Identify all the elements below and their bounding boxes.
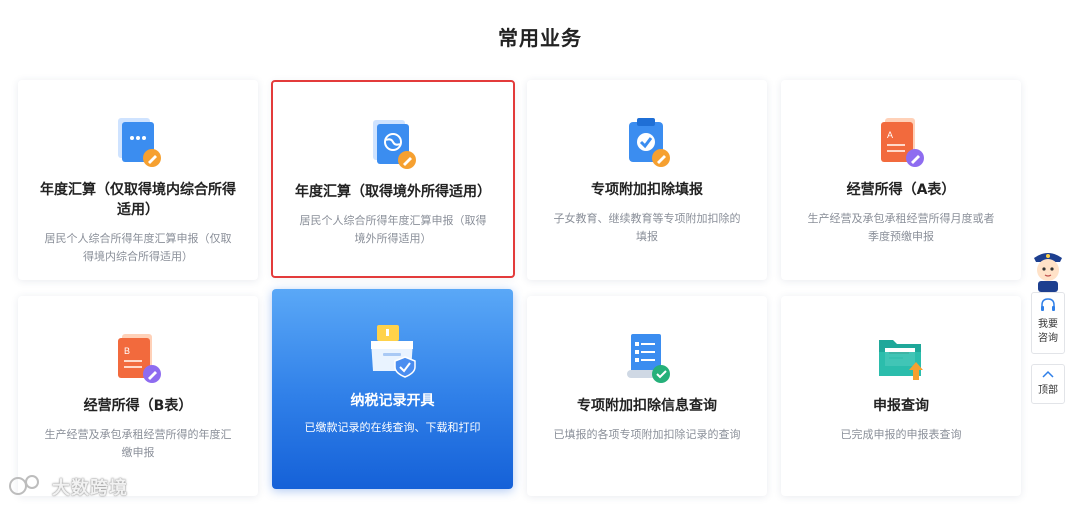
section-title: 常用业务 — [498, 26, 582, 50]
svg-text:B: B — [124, 346, 130, 356]
card-description: 已完成申报的申报表查询 — [840, 428, 962, 441]
watermark-logo-icon — [9, 475, 39, 495]
card-description: 已填报的各项专项附加扣除记录的查询 — [553, 428, 741, 441]
card-tax-record[interactable]: 纳税记录开具 已缴款记录的在线查询、下载和打印 — [272, 289, 513, 489]
card-title: 经营所得（B表） — [83, 398, 193, 414]
headset-icon — [1041, 298, 1055, 311]
card-title: 年度汇算（仅取得境内综合所得适用） — [40, 182, 236, 218]
consult-button[interactable]: 我要 咨询 — [1031, 292, 1065, 354]
archive-box-shield-icon — [370, 325, 416, 378]
clipboard-check-icon — [629, 118, 670, 167]
folder-upload-icon — [879, 340, 923, 380]
card-description: 生产经营及承包承租经营所得月度或者季度预缴申报 — [807, 212, 995, 243]
card-title: 纳税记录开具 — [350, 393, 435, 409]
page: 常用业务 年度汇算（仅取得境内综合所得适用） 居民个人综合所得年度汇算申报（仅取… — [0, 0, 1080, 506]
card-annual-overseas[interactable]: 年度汇算（取得境外所得适用） 居民个人综合所得年度汇算申报（取得境外所得适用） — [271, 80, 515, 278]
form-b-icon: B — [118, 334, 161, 383]
card-annual-domestic[interactable]: 年度汇算（仅取得境内综合所得适用） 居民个人综合所得年度汇算申报（仅取得境内综合… — [18, 80, 258, 280]
form-a-icon: A — [881, 118, 924, 167]
consult-label-line1: 我要 — [1038, 319, 1058, 330]
card-special-deduction-query[interactable]: 专项附加扣除信息查询 已填报的各项专项附加扣除记录的查询 — [527, 296, 767, 496]
card-title: 经营所得（A表） — [846, 182, 956, 198]
consult-label-line2: 咨询 — [1038, 333, 1058, 344]
watermark-text: 大数跨境 — [52, 478, 128, 499]
card-description: 居民个人综合所得年度汇算申报（取得境外所得适用） — [299, 214, 487, 245]
card-declaration-query[interactable]: 申报查询 已完成申报的申报表查询 — [781, 296, 1021, 496]
card-title: 专项附加扣除信息查询 — [577, 398, 717, 414]
back-to-top-button[interactable]: 顶部 — [1031, 364, 1065, 404]
customer-service-mascot-icon[interactable] — [1030, 248, 1066, 292]
card-description: 生产经营及承包承租经营所得的年度汇缴申报 — [44, 428, 232, 459]
card-special-deduction-fill[interactable]: 专项附加扣除填报 子女教育、继续教育等专项附加扣除的填报 — [527, 80, 767, 280]
document-pen-icon — [118, 118, 161, 167]
card-title: 申报查询 — [873, 398, 929, 414]
card-description: 子女教育、继续教育等专项附加扣除的填报 — [553, 212, 741, 243]
card-title: 专项附加扣除填报 — [591, 182, 703, 198]
svg-text:A: A — [887, 130, 893, 140]
card-business-income-b[interactable]: B 经营所得（B表） 生产经营及承包承租经营所得的年度汇缴申报 — [18, 296, 258, 496]
card-title: 年度汇算（取得境外所得适用） — [295, 184, 491, 200]
back-to-top-label: 顶部 — [1038, 385, 1058, 396]
scroll-list-check-icon — [627, 334, 670, 383]
globe-document-icon — [373, 120, 416, 169]
card-description: 已缴款记录的在线查询、下载和打印 — [304, 421, 481, 434]
card-business-income-a[interactable]: A 经营所得（A表） 生产经营及承包承租经营所得月度或者季度预缴申报 — [781, 80, 1021, 280]
card-description: 居民个人综合所得年度汇算申报（仅取得境内综合所得适用） — [44, 232, 232, 263]
chevron-up-icon — [1042, 370, 1054, 378]
